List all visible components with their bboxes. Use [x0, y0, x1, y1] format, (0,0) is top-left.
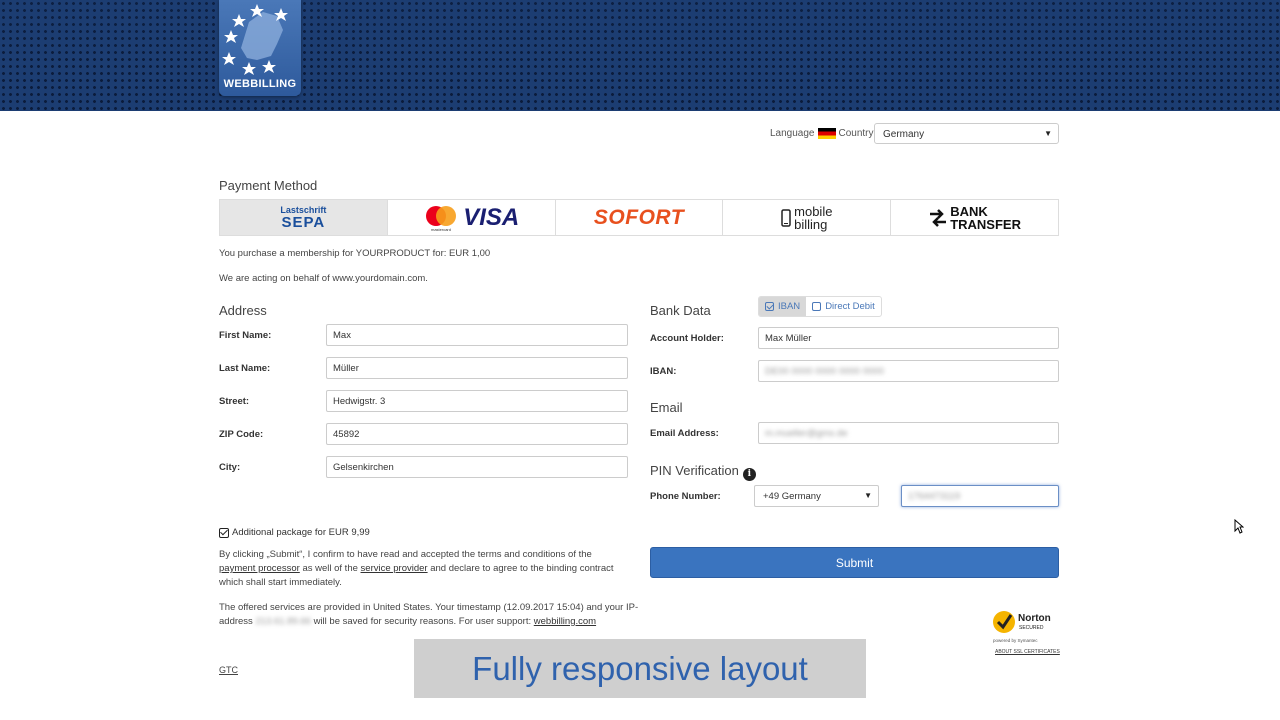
- svg-text:SECURED: SECURED: [1019, 625, 1044, 631]
- mouse-cursor-icon: [1234, 519, 1244, 534]
- locale-row: Language Country: [770, 122, 874, 144]
- country-select[interactable]: Germany ▼: [874, 123, 1059, 144]
- ssl-about-link[interactable]: ABOUT SSL CERTIFICATES: [995, 649, 1060, 655]
- visa-logo: VISA: [463, 203, 520, 231]
- purchase-text: You purchase a membership for YOURPRODUC…: [219, 248, 491, 259]
- first-name-label: First Name:: [219, 330, 272, 341]
- email-input[interactable]: m.mueller@gmx.de: [758, 422, 1059, 444]
- account-holder-input[interactable]: Max Müller: [758, 327, 1059, 349]
- direct-debit-toggle[interactable]: Direct Debit: [806, 297, 881, 316]
- ip-address: 213.61.89.66: [255, 616, 311, 627]
- logo-text: WEBBILLING: [223, 78, 297, 90]
- payment-processor-link[interactable]: payment processor: [219, 563, 300, 574]
- language-label: Language: [770, 127, 815, 139]
- behalf-text: We are acting on behalf of www.yourdomai…: [219, 273, 428, 284]
- bank-data-title: Bank Data: [650, 303, 711, 318]
- mastercard-icon: mastercard: [426, 205, 457, 232]
- method-card[interactable]: mastercard VISA: [387, 200, 556, 235]
- payment-method-title: Payment Method: [219, 178, 318, 193]
- first-name-input[interactable]: Max: [326, 324, 628, 346]
- service-provider-link[interactable]: service provider: [361, 563, 428, 574]
- mobile-billing-logo: mobile billing: [794, 205, 832, 231]
- city-input[interactable]: Gelsenkirchen: [326, 456, 628, 478]
- phone-input[interactable]: 1764473119: [901, 485, 1059, 507]
- caption-overlay: Fully responsive layout: [414, 639, 866, 698]
- method-sofort[interactable]: SOFORT: [555, 200, 724, 235]
- svg-text:Norton: Norton: [1018, 613, 1051, 624]
- chevron-down-icon: ▼: [1044, 129, 1052, 138]
- header-overlay: [0, 0, 1280, 111]
- email-title: Email: [650, 400, 683, 415]
- support-link[interactable]: webbilling.com: [534, 616, 596, 627]
- gtc-link[interactable]: GTC: [219, 665, 238, 675]
- terms-text: By clicking „Submit“, I confirm to have …: [219, 549, 614, 588]
- last-name-label: Last Name:: [219, 363, 271, 374]
- checkbox-icon: [812, 302, 822, 311]
- bank-line1: BANK: [950, 203, 988, 219]
- address-title: Address: [219, 303, 267, 318]
- svg-text:mastercard: mastercard: [431, 227, 451, 232]
- country-label: Country: [838, 127, 874, 139]
- iban-input[interactable]: DE00 0000 0000 0000 0000: [758, 360, 1059, 382]
- submit-button[interactable]: Submit: [650, 547, 1059, 578]
- german-flag-icon[interactable]: [817, 127, 836, 139]
- bank-line2: TRANSFER: [950, 216, 1021, 232]
- iban-label: IBAN:: [650, 366, 677, 377]
- header-banner: WEBBILLING: [0, 0, 1280, 111]
- bank-transfer-logo: BANK TRANSFER: [950, 205, 1021, 231]
- email-label: Email Address:: [650, 428, 719, 439]
- payment-method-tabs: Lastschrift SEPA mastercard VISA SOFORT …: [219, 199, 1059, 236]
- addon-label: Additional package for EUR 9,99: [232, 527, 370, 538]
- chevron-down-icon: ▼: [864, 491, 872, 500]
- mobile-line1: mobile: [794, 203, 833, 219]
- webbilling-logo[interactable]: WEBBILLING: [219, 0, 301, 96]
- bank-mode-toggle: IBAN Direct Debit: [758, 296, 882, 317]
- additional-package-checkbox[interactable]: Additional package for EUR 9,99: [219, 527, 370, 538]
- transfer-arrows-icon: [930, 208, 947, 227]
- sepa-line2: SEPA: [281, 213, 326, 231]
- method-sepa[interactable]: Lastschrift SEPA: [220, 200, 388, 235]
- pin-title: PIN Verification i: [650, 463, 756, 481]
- mobile-phone-icon: [781, 208, 791, 227]
- checkbox-checked-icon: [219, 527, 229, 538]
- norton-check-icon: Norton SECURED powered by Symantec: [993, 611, 1051, 643]
- last-name-input[interactable]: Müller: [326, 357, 628, 379]
- svg-text:powered by Symantec: powered by Symantec: [993, 638, 1038, 643]
- phone-label: Phone Number:: [650, 491, 721, 502]
- country-value: Germany: [883, 129, 925, 140]
- zip-input[interactable]: 45892: [326, 423, 628, 445]
- checkbox-checked-icon: [765, 302, 774, 311]
- city-label: City:: [219, 462, 241, 473]
- street-input[interactable]: Hedwigstr. 3: [326, 390, 628, 412]
- sepa-logo: Lastschrift SEPA: [280, 205, 326, 231]
- iban-toggle[interactable]: IBAN: [759, 297, 807, 316]
- method-bank-transfer[interactable]: BANK TRANSFER: [891, 200, 1058, 235]
- phone-country-select[interactable]: +49 Germany ▼: [754, 485, 879, 507]
- services-text: The offered services are provided in Uni…: [219, 602, 639, 627]
- europe-stars-icon: [222, 4, 288, 75]
- street-label: Street:: [219, 396, 250, 407]
- mobile-line2: billing: [794, 216, 828, 232]
- zip-label: ZIP Code:: [219, 429, 264, 440]
- sofort-logo: SOFORT: [593, 205, 685, 229]
- info-icon[interactable]: i: [742, 468, 756, 481]
- method-mobile[interactable]: mobile billing: [723, 200, 892, 235]
- account-holder-label: Account Holder:: [650, 333, 724, 344]
